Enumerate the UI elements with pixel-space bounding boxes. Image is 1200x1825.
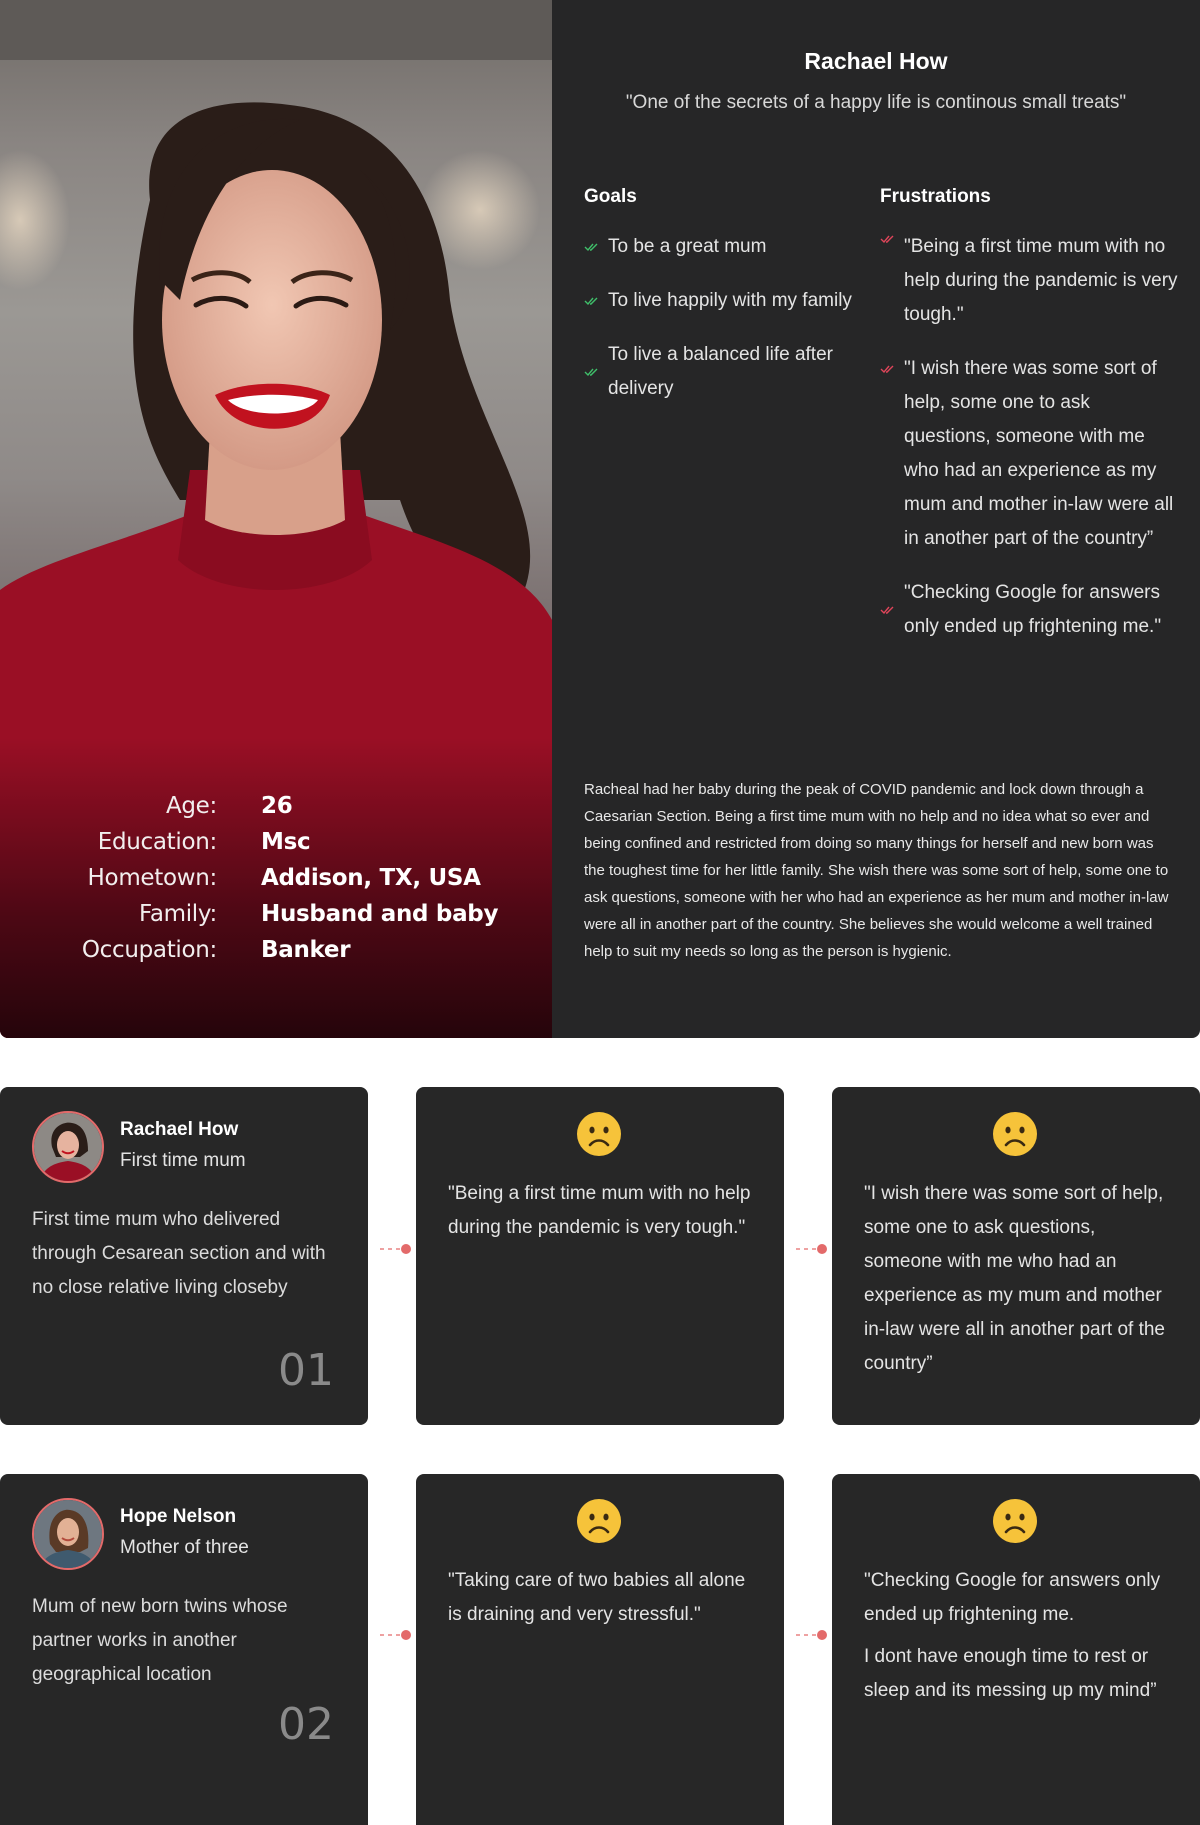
pain-point-paragraph: I dont have enough time to rest or sleep… — [864, 1646, 1157, 1701]
pain-point-text: "Taking care of two babies all alone is … — [448, 1564, 756, 1632]
double-check-icon — [880, 605, 896, 615]
double-check-icon — [880, 234, 896, 244]
user-role: First time mum — [120, 1150, 246, 1171]
fact-value: Husband and baby — [261, 901, 499, 927]
user-number: 01 — [278, 1345, 334, 1396]
frustration-item: "Being a first time mum with no help dur… — [880, 230, 1180, 332]
fact-occupation: Occupation: Banker — [0, 932, 552, 968]
user-description: First time mum who delivered through Ces… — [32, 1209, 326, 1298]
slightly-frowning-face-icon — [576, 1111, 622, 1157]
user-name: Hope Nelson — [120, 1506, 237, 1527]
fact-value: Addison, TX, USA — [261, 865, 481, 891]
pain-point-paragraph: "Being a first time mum with no help dur… — [448, 1183, 751, 1238]
persona-details-panel: Rachael How "One of the secrets of a hap… — [552, 0, 1200, 1038]
persona-quote: "One of the secrets of a happy life is c… — [625, 92, 1127, 113]
goal-item: To be a great mum — [584, 230, 874, 264]
user-card: Rachael How First time mum First time mu… — [0, 1087, 368, 1425]
frustration-text: "Checking Google for answers only ended … — [904, 582, 1162, 637]
fact-value: Banker — [261, 937, 351, 963]
goal-text: To live a balanced life after delivery — [608, 344, 833, 399]
frustrations-list: "Being a first time mum with no help dur… — [880, 230, 1180, 664]
double-check-icon — [584, 242, 600, 252]
fact-family: Family: Husband and baby — [0, 896, 552, 932]
goal-text: To live happily with my family — [608, 290, 852, 311]
fact-label: Hometown: — [87, 865, 218, 891]
double-check-icon — [880, 364, 896, 374]
frustration-item: "Checking Google for answers only ended … — [880, 576, 1180, 644]
pain-point-paragraph: "Checking Google for answers only ended … — [864, 1570, 1161, 1625]
goals-list: To be a great mum To live happily with m… — [584, 230, 874, 426]
pain-point-card: "I wish there was some sort of help, som… — [832, 1087, 1200, 1425]
fact-value: Msc — [261, 829, 311, 855]
persona-photo: Age: 26 Education: Msc Hometown: Addison… — [0, 0, 552, 1038]
fact-label: Education: — [97, 829, 218, 855]
pain-point-text: "Checking Google for answers only ended … — [864, 1564, 1172, 1708]
frustration-text: "I wish there was some sort of help, som… — [904, 358, 1174, 549]
frustrations-heading: Frustrations — [880, 186, 991, 207]
double-check-icon — [584, 296, 600, 306]
fact-value: 26 — [261, 793, 293, 819]
dashed-connector-icon — [796, 1629, 828, 1641]
fact-age: Age: 26 — [0, 788, 552, 824]
persona-card: Age: 26 Education: Msc Hometown: Addison… — [0, 0, 1200, 1038]
fact-hometown: Hometown: Addison, TX, USA — [0, 860, 552, 896]
dashed-connector-icon — [796, 1243, 828, 1255]
persona-story: Racheal had her baby during the peak of … — [584, 781, 1169, 960]
dashed-connector-icon — [380, 1629, 412, 1641]
persona-name: Rachael How — [804, 48, 948, 74]
avatar — [32, 1498, 104, 1570]
goal-text: To be a great mum — [608, 236, 767, 257]
slightly-frowning-face-icon — [992, 1111, 1038, 1157]
fact-label: Family: — [139, 901, 217, 927]
persona-facts: Age: 26 Education: Msc Hometown: Addison… — [0, 788, 552, 968]
user-role: Mother of three — [120, 1537, 249, 1558]
pain-point-text: "I wish there was some sort of help, som… — [864, 1177, 1172, 1381]
user-card: Hope Nelson Mother of three Mum of new b… — [0, 1474, 368, 1825]
fact-label: Age: — [165, 793, 217, 819]
slightly-frowning-face-icon — [992, 1498, 1038, 1544]
fact-education: Education: Msc — [0, 824, 552, 860]
frustration-text: "Being a first time mum with no help dur… — [904, 236, 1178, 325]
user-description: Mum of new born twins whose partner work… — [32, 1596, 288, 1685]
user-name: Rachael How — [120, 1119, 239, 1140]
goal-item: To live a balanced life after delivery — [584, 338, 874, 406]
goal-item: To live happily with my family — [584, 284, 874, 318]
pain-point-card: "Taking care of two babies all alone is … — [416, 1474, 784, 1825]
dashed-connector-icon — [380, 1243, 412, 1255]
pain-point-card: "Being a first time mum with no help dur… — [416, 1087, 784, 1425]
double-check-icon — [584, 367, 600, 377]
avatar — [32, 1111, 104, 1183]
user-number: 02 — [278, 1699, 334, 1750]
pain-point-card: "Checking Google for answers only ended … — [832, 1474, 1200, 1825]
fact-label: Occupation: — [81, 937, 217, 963]
goals-heading: Goals — [584, 186, 637, 207]
pain-point-text: "Being a first time mum with no help dur… — [448, 1177, 756, 1245]
slightly-frowning-face-icon — [576, 1498, 622, 1544]
pain-point-paragraph: "Taking care of two babies all alone is … — [448, 1570, 746, 1625]
frustration-item: "I wish there was some sort of help, som… — [880, 352, 1180, 556]
pain-point-paragraph: "I wish there was some sort of help, som… — [864, 1183, 1165, 1374]
